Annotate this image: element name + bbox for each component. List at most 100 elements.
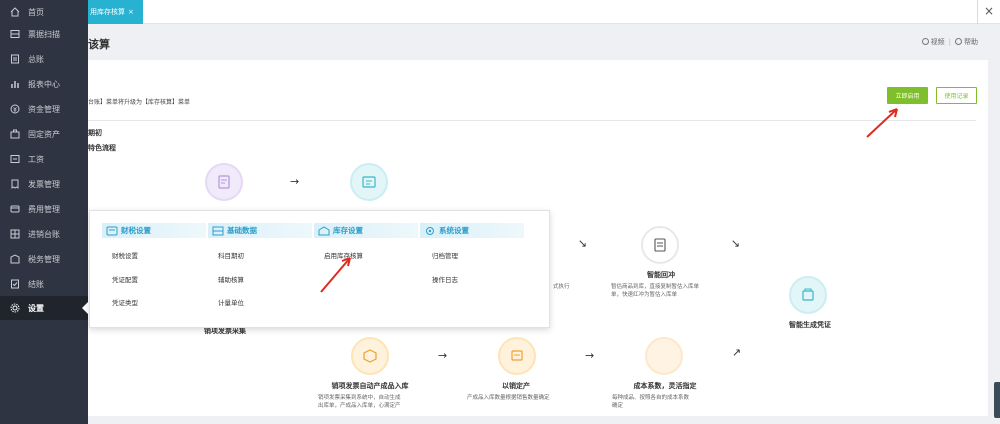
- tab-close-icon[interactable]: ×: [128, 8, 134, 16]
- sidebar-item-settings[interactable]: 设置: [0, 296, 88, 320]
- step-description: 每种成品、按照各自的成本系数 确定: [612, 395, 690, 409]
- menu-header-system-settings: 系统设置: [420, 223, 524, 238]
- partial-text: 式执行: [553, 284, 570, 290]
- tab-bar: 用库存核算 × ×: [88, 0, 1000, 24]
- flow-step-icon: [641, 226, 679, 264]
- sidebar-item-reports[interactable]: 报表中心: [0, 72, 88, 96]
- ledger-icon: [10, 54, 20, 64]
- tab-label: 用库存核算: [90, 8, 125, 16]
- app-root: 首页 票据扫描 总账 报表中心 资金管理 固定资产 工资 发票管理 费用管理 进…: [0, 0, 1000, 424]
- step-description: 暂估商品到库，直接复制暂估入库单 单，快速红冲为暂估入库单: [611, 284, 700, 298]
- sidebar-item-label: 资金管理: [28, 104, 60, 114]
- sidebar-item-label: 总账: [28, 54, 44, 64]
- sidebar-item-salary[interactable]: 工资: [0, 147, 88, 171]
- flow-step-icon: [789, 276, 827, 314]
- menu-header-basic-data: 基础数据: [208, 223, 312, 238]
- money-icon: [10, 104, 20, 114]
- sidebar-item-invoices[interactable]: 发票管理: [0, 172, 88, 196]
- usage-record-button[interactable]: 使用记录: [936, 87, 977, 104]
- separator: |: [948, 38, 951, 46]
- menu-item-voucher-config[interactable]: 凭证配置: [112, 274, 138, 284]
- flow-step-icon: [645, 337, 683, 375]
- gear-icon: [10, 303, 20, 313]
- inventory-settings-icon: [318, 225, 330, 235]
- sidebar-item-stock-ledger[interactable]: 进销台账: [0, 222, 88, 246]
- help-link[interactable]: 帮助: [955, 37, 978, 47]
- sidebar-item-label: 发票管理: [28, 179, 60, 189]
- sidebar-item-funds[interactable]: 资金管理: [0, 97, 88, 121]
- sidebar-item-label: 首页: [28, 7, 44, 17]
- play-icon: [921, 38, 929, 45]
- tax-settings-icon: [106, 226, 118, 235]
- menu-header-tax-settings: 财税设置: [102, 223, 206, 238]
- sidebar-item-label: 工资: [28, 154, 44, 164]
- sidebar-item-label: 税务管理: [28, 254, 60, 264]
- stock-ledger-icon: [10, 229, 20, 239]
- floating-side-widget[interactable]: [994, 382, 1000, 418]
- document-edit-icon: [218, 175, 230, 189]
- sidebar-item-label: 进销台账: [28, 229, 60, 239]
- scan-icon: [10, 29, 20, 39]
- sidebar-item-tax[interactable]: 税务管理: [0, 247, 88, 271]
- arrow-right-icon: →: [290, 175, 300, 188]
- step-title: 销项发票自动产成品入库: [331, 382, 409, 390]
- sidebar-item-label: 报表中心: [28, 79, 60, 89]
- arrow-right-icon: →: [585, 349, 595, 362]
- expense-icon: [10, 204, 20, 214]
- header-links: 视频 | 帮助: [921, 37, 978, 47]
- section-features: 特色流程: [88, 144, 116, 152]
- sidebar: 首页 票据扫描 总账 报表中心 资金管理 固定资产 工资 发票管理 费用管理 进…: [0, 0, 88, 424]
- invoice-icon: [10, 179, 20, 189]
- step-title: 以销定产: [502, 382, 530, 390]
- step-description: 产成品入库数量根据销售数量确定: [467, 395, 550, 401]
- sidebar-item-label: 票据扫描: [28, 29, 60, 39]
- system-settings-icon: [426, 226, 434, 235]
- salary-icon: [10, 154, 20, 164]
- sidebar-item-scan[interactable]: 票据扫描: [0, 22, 88, 46]
- close-icon[interactable]: ×: [984, 4, 994, 18]
- flow-step-icon: [350, 163, 388, 201]
- annotation-arrow-menu: [320, 257, 351, 293]
- sidebar-item-assets[interactable]: 固定资产: [0, 122, 88, 146]
- basic-data-icon: [212, 226, 224, 235]
- menu-item-auxiliary-accounting[interactable]: 辅助核算: [218, 274, 244, 284]
- step-title: 智能回冲: [647, 271, 675, 279]
- sidebar-item-label: 费用管理: [28, 204, 60, 214]
- menu-item-opening-balance[interactable]: 科目期初: [218, 250, 244, 260]
- close-books-icon: [10, 279, 20, 289]
- report-icon: [10, 79, 20, 89]
- flow-step-icon: [205, 163, 243, 201]
- enable-now-button[interactable]: 立即启用: [887, 87, 928, 104]
- sidebar-item-label: 固定资产: [28, 129, 60, 139]
- annotation-arrow-enable: [866, 108, 898, 138]
- product-stock-icon: [363, 349, 377, 363]
- arrow-right-icon: →: [438, 349, 448, 362]
- upgrade-description: 台账】菜单将升级为【库存核算】菜单: [88, 99, 191, 106]
- asset-icon: [10, 129, 20, 139]
- divider: [88, 120, 976, 121]
- sidebar-item-close-books[interactable]: 结账: [0, 272, 88, 296]
- flow-step-icon: [351, 337, 389, 375]
- menu-item-operation-log[interactable]: 操作日志: [432, 274, 458, 284]
- menu-item-tax-settings[interactable]: 财税设置: [112, 250, 138, 260]
- sales-production-icon: [511, 350, 523, 361]
- section-opening: 期初: [88, 129, 102, 137]
- step-title: 智能生成凭证: [789, 321, 831, 329]
- flow-step-icon: [498, 337, 536, 375]
- sidebar-item-ledger[interactable]: 总账: [0, 47, 88, 71]
- home-icon: [10, 7, 20, 17]
- sidebar-item-label: 结账: [28, 279, 44, 289]
- invoice-collect-icon: [362, 176, 376, 188]
- sidebar-item-expenses[interactable]: 费用管理: [0, 197, 88, 221]
- menu-item-archive-management[interactable]: 归档管理: [432, 250, 458, 260]
- tab-inventory-accounting[interactable]: 用库存核算 ×: [88, 0, 143, 24]
- menu-item-voucher-type[interactable]: 凭证类型: [112, 297, 138, 307]
- video-link[interactable]: 视频: [921, 37, 945, 47]
- divider: [977, 0, 978, 24]
- menu-item-units[interactable]: 计量单位: [218, 297, 244, 307]
- step-title: 成本系数，灵活指定: [633, 382, 697, 390]
- document-refresh-icon: [654, 238, 666, 252]
- sidebar-item-home[interactable]: 首页: [0, 0, 88, 24]
- sidebar-item-label: 设置: [28, 303, 44, 313]
- menu-header-inventory-settings: 库存设置: [314, 223, 418, 238]
